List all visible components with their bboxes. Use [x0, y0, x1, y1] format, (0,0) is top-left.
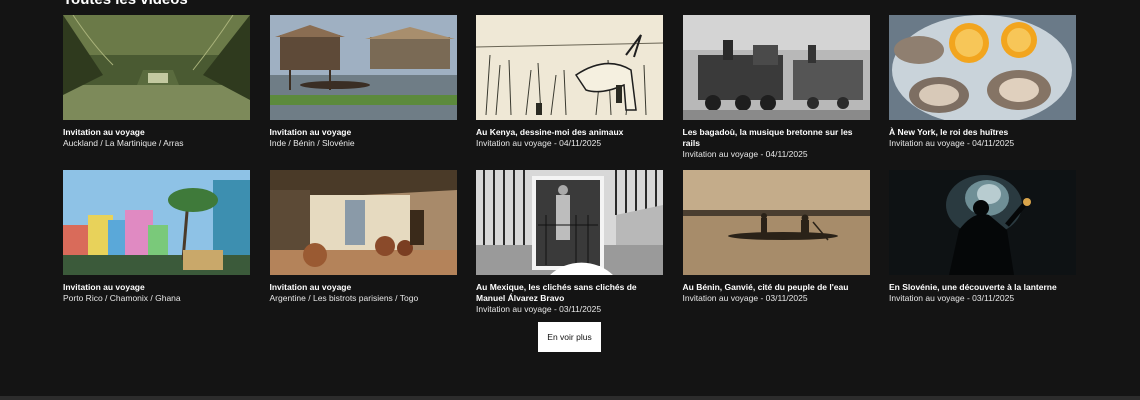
video-title: Invitation au voyage	[63, 282, 145, 292]
video-title: Au Bénin, Ganvié, cité du peuple de l'ea…	[682, 282, 849, 292]
video-title: Invitation au voyage	[269, 127, 352, 137]
video-grid: Invitation au voyage Auckland / La Marti…	[63, 15, 1076, 320]
video-subtitle: Invitation au voyage - 03/11/2025	[889, 293, 1015, 303]
video-subtitle: Inde / Bénin / Slovénie	[269, 138, 355, 148]
video-card[interactable]: Invitation au voyage Porto Rico / Chamon…	[63, 170, 250, 320]
oysters-thumbnail[interactable]	[889, 15, 1076, 120]
video-title: À New York, le roi des huîtres	[889, 127, 1009, 137]
animal-drawing-thumbnail[interactable]	[476, 15, 663, 120]
video-card[interactable]: En Slovénie, une découverte à la lantern…	[889, 170, 1076, 320]
videos-page: Toutes les vidéos Invitation au voyage A…	[0, 0, 1140, 400]
video-title: En Slovénie, une découverte à la lantern…	[889, 282, 1057, 292]
video-subtitle: Porto Rico / Chamonix / Ghana	[63, 293, 181, 303]
lake-canoe-thumbnail[interactable]	[682, 170, 870, 275]
see-more-button[interactable]: En voir plus	[538, 322, 601, 352]
video-card[interactable]: Au Bénin, Ganvié, cité du peuple de l'ea…	[682, 170, 870, 320]
video-play-icon	[550, 262, 613, 275]
page-bottom-bar	[0, 396, 1140, 400]
steam-train-thumbnail[interactable]	[682, 15, 870, 120]
video-subtitle: Argentine / Les bistrots parisiens / Tog…	[269, 293, 419, 303]
mangrove-river-thumbnail[interactable]	[63, 15, 250, 120]
village-courtyard-thumbnail[interactable]	[269, 170, 457, 275]
video-subtitle: Invitation au voyage - 04/11/2025	[889, 138, 1015, 148]
video-card[interactable]: À New York, le roi des huîtres Invitatio…	[889, 15, 1076, 170]
video-title: Au Mexique, les clichés sans clichés de …	[476, 282, 637, 303]
video-subtitle: Invitation au voyage - 04/11/2025	[682, 149, 808, 159]
mexico-photo-thumbnail[interactable]	[476, 170, 663, 275]
video-title: Les bagadoù, la musique bretonne sur les…	[682, 127, 853, 148]
video-card[interactable]: Au Kenya, dessine-moi des animaux Invita…	[476, 15, 663, 170]
video-card[interactable]: Au Mexique, les clichés sans clichés de …	[476, 170, 663, 320]
more-button-wrapper: En voir plus	[538, 322, 601, 352]
video-subtitle: Invitation au voyage - 03/11/2025	[682, 293, 808, 303]
video-subtitle: Invitation au voyage - 03/11/2025	[476, 304, 602, 314]
video-subtitle: Invitation au voyage - 04/11/2025	[476, 138, 602, 148]
section-title: Toutes les vidéos	[63, 0, 188, 8]
video-card[interactable]: Les bagadoù, la musique bretonne sur les…	[682, 15, 870, 170]
cave-lantern-thumbnail[interactable]	[889, 170, 1076, 275]
video-title: Invitation au voyage	[269, 282, 352, 292]
video-card[interactable]: Invitation au voyage Auckland / La Marti…	[63, 15, 250, 170]
video-card[interactable]: Invitation au voyage Inde / Bénin / Slov…	[269, 15, 457, 170]
video-card[interactable]: Invitation au voyage Argentine / Les bis…	[269, 170, 457, 320]
video-title: Au Kenya, dessine-moi des animaux	[476, 127, 624, 137]
video-title: Invitation au voyage	[63, 127, 145, 137]
video-subtitle: Auckland / La Martinique / Arras	[63, 138, 184, 148]
stilt-houses-thumbnail[interactable]	[269, 15, 457, 120]
colorful-houses-thumbnail[interactable]	[63, 170, 250, 275]
